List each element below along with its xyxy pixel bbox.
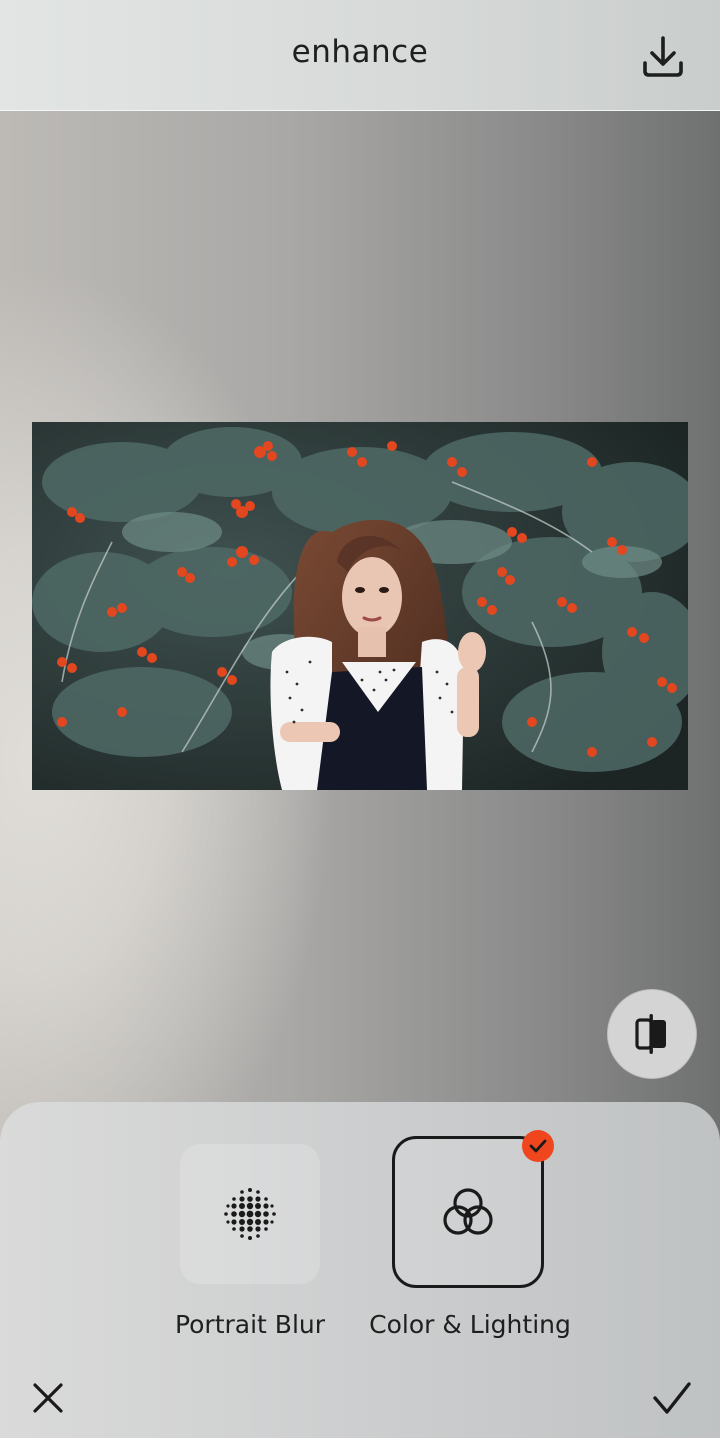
color-lighting-button[interactable] [392,1136,544,1288]
download-button[interactable] [636,30,690,84]
cancel-button[interactable] [28,1378,68,1418]
color-lighting-label: Color & Lighting [369,1310,571,1339]
color-lighting-rings-icon [443,1188,493,1235]
selected-badge [522,1130,554,1162]
edited-photo[interactable] [32,422,688,790]
page-title: enhance [291,34,429,70]
check-icon [653,1382,691,1414]
check-icon [529,1139,547,1153]
download-icon [643,36,683,77]
compare-split-icon [635,1014,666,1054]
portrait-blur-dots-icon [224,1188,276,1240]
portrait-blur-label: Portrait Blur [174,1310,326,1339]
confirm-button[interactable] [650,1376,694,1420]
portrait-blur-button[interactable] [180,1144,320,1284]
close-icon [33,1383,63,1413]
top-bar: enhance [0,0,720,111]
bottom-sheet [0,1102,720,1438]
compare-button[interactable] [608,990,696,1078]
